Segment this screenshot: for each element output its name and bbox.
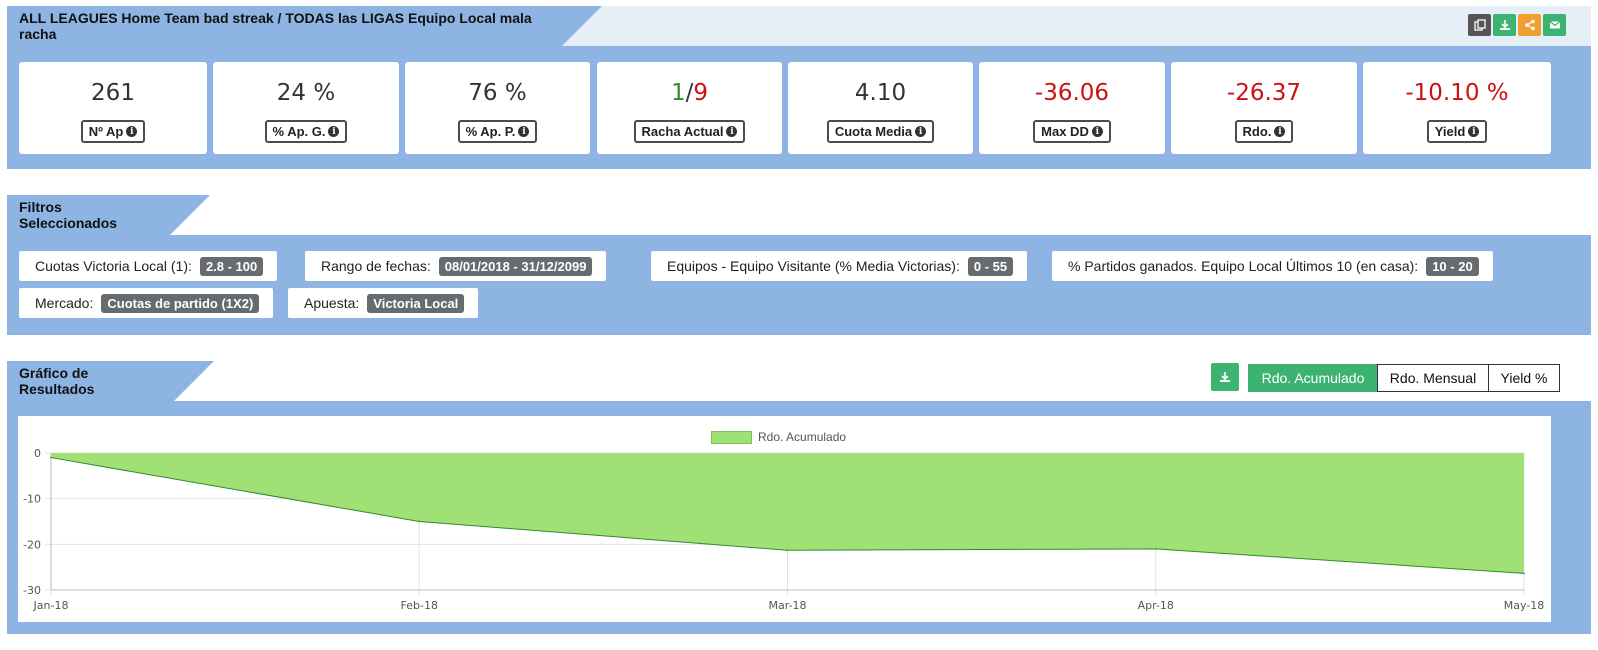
info-icon: i (518, 126, 530, 137)
share-icon[interactable] (1518, 14, 1541, 36)
stat-label: % Ap. G. (272, 124, 326, 139)
legend-swatch (711, 430, 752, 444)
streak-win: 1 (670, 80, 686, 106)
filter-value-badge: Victoria Local (367, 293, 465, 313)
results-title: Gráfico de Resultados (7, 361, 214, 401)
stat-card-cuota: 4.10 Cuota Media i (788, 62, 973, 154)
filter-label: % Partidos ganados. Equipo Local Últimos… (1068, 258, 1419, 274)
stat-label-button[interactable]: Nº Ap i (80, 120, 146, 143)
filter-label: Apuesta: (304, 295, 360, 311)
info-icon: i (1468, 126, 1480, 137)
stat-card-maxdd: -36.06 Max DD i (979, 62, 1165, 154)
chart-panel (18, 416, 1551, 622)
stat-card-ap-p: 76 % % Ap. P. i (405, 62, 590, 154)
legend-label: Rdo. Acumulado (758, 430, 847, 444)
filter-partidos-ganados: % Partidos ganados. Equipo Local Últimos… (1052, 251, 1493, 281)
stat-value: 24 % (276, 80, 336, 106)
filter-value-badge: 08/01/2018 - 31/12/2099 (438, 256, 593, 276)
tab-yield[interactable]: Yield % (1488, 364, 1560, 392)
info-icon: i (126, 126, 138, 137)
filter-label: Mercado: (35, 295, 94, 311)
stat-value: 261 (91, 80, 135, 106)
page-title-text: ALL LEAGUES Home Team bad streak / TODAS… (19, 10, 532, 42)
filter-label: Equipos - Equipo Visitante (% Media Vict… (667, 258, 960, 274)
chart-download-button[interactable] (1211, 363, 1239, 391)
stat-card-ap-g: 24 % % Ap. G. i (213, 62, 399, 154)
stat-value: -10.10 % (1405, 80, 1509, 106)
chart-legend[interactable]: Rdo. Acumulado (711, 430, 846, 444)
info-icon: i (1091, 126, 1103, 137)
stat-value: 4.10 (854, 80, 907, 106)
stat-label: Rdo. (1242, 124, 1272, 139)
stat-value: -36.06 (1034, 80, 1110, 106)
stat-label-button[interactable]: Racha Actual i (633, 120, 746, 143)
info-icon: i (726, 126, 738, 137)
download-icon (1220, 372, 1230, 382)
filter-equipo-visitante: Equipos - Equipo Visitante (% Media Vict… (651, 251, 1028, 281)
filter-value-badge: 10 - 20 (1426, 256, 1479, 276)
download-icon[interactable] (1493, 14, 1516, 36)
info-icon: i (328, 126, 340, 137)
filter-rango-fechas: Rango de fechas: 08/01/2018 - 31/12/2099 (305, 251, 607, 281)
results-title-text: Gráfico de Resultados (19, 365, 95, 397)
filter-cuotas-victoria: Cuotas Victoria Local (1): 2.8 - 100 (19, 251, 278, 281)
tab-rdo-mensual[interactable]: Rdo. Mensual (1377, 364, 1489, 392)
stat-label-button[interactable]: Max DD i (1033, 120, 1111, 143)
stat-card-racha: 1/9 Racha Actual i (597, 62, 782, 154)
filter-value-badge: Cuotas de partido (1X2) (101, 293, 260, 313)
stat-label: Cuota Media (834, 124, 913, 139)
stat-label: % Ap. P. (465, 124, 516, 139)
stat-label: Racha Actual (641, 124, 724, 139)
filters-title: Filtros Seleccionados (7, 195, 210, 235)
filter-label: Cuotas Victoria Local (1): (35, 258, 192, 274)
email-icon[interactable] (1543, 14, 1566, 36)
filters-band (7, 235, 1591, 335)
filter-apuesta: Apuesta: Victoria Local (288, 288, 479, 318)
info-icon: i (915, 126, 927, 137)
stat-value-racha: 1/9 (671, 80, 708, 108)
stat-card-num-ap: 261 Nº Ap i (19, 62, 207, 154)
stat-label-button[interactable]: Rdo. i (1234, 120, 1294, 143)
info-icon: i (1274, 126, 1286, 137)
page-title: ALL LEAGUES Home Team bad streak / TODAS… (7, 6, 602, 46)
tab-rdo-acumulado[interactable]: Rdo. Acumulado (1248, 364, 1378, 392)
stat-label-button[interactable]: Cuota Media i (826, 120, 935, 143)
stat-label-button[interactable]: % Ap. G. i (264, 120, 348, 143)
stat-label-button[interactable]: % Ap. P. i (457, 120, 538, 143)
filter-value-badge: 2.8 - 100 (199, 256, 264, 276)
stat-label-button[interactable]: Yield i (1426, 120, 1488, 143)
stat-card-yield: -10.10 % Yield i (1363, 62, 1551, 154)
stat-card-rdo: -26.37 Rdo. i (1171, 62, 1357, 154)
copy-icon[interactable] (1468, 14, 1491, 36)
filter-value-badge: 0 - 55 (967, 256, 1014, 276)
stat-value: -26.37 (1226, 80, 1302, 106)
stat-value: 76 % (468, 80, 527, 106)
streak-loss: 9 (693, 80, 709, 106)
filter-mercado: Mercado: Cuotas de partido (1X2) (19, 288, 274, 318)
toolbar (1468, 14, 1566, 36)
stat-label: Nº Ap (88, 124, 124, 139)
stat-label: Max DD (1041, 124, 1089, 139)
stat-label: Yield (1434, 124, 1466, 139)
filters-title-text: Filtros Seleccionados (19, 199, 118, 231)
filter-label: Rango de fechas: (321, 258, 431, 274)
